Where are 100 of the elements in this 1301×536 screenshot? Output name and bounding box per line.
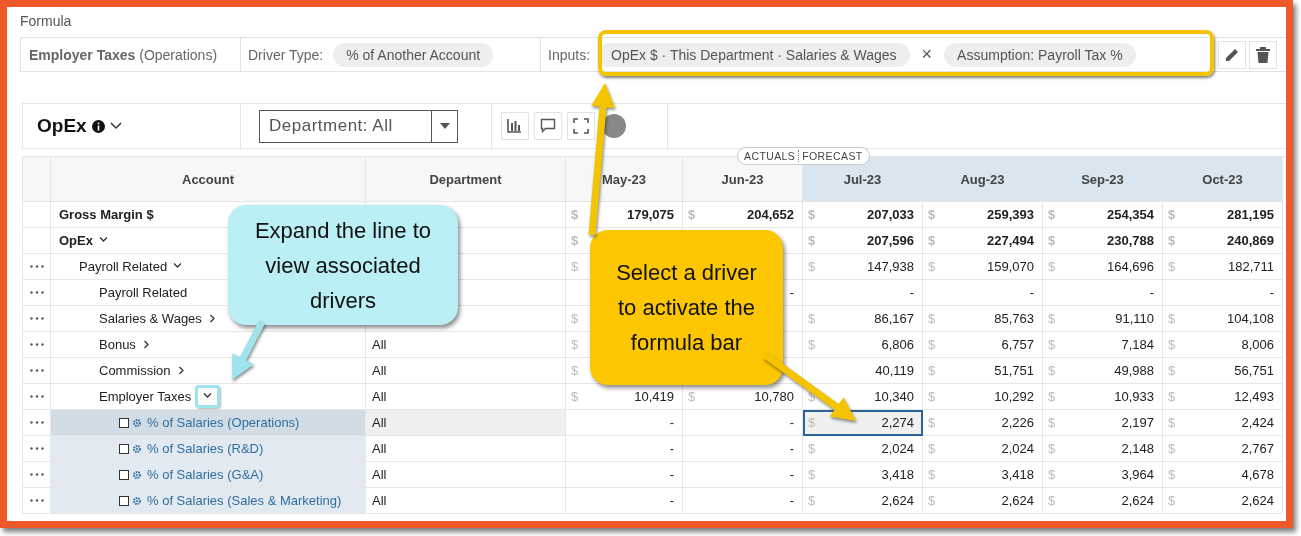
fullscreen-button[interactable]: [567, 112, 595, 140]
driver-type-chip[interactable]: % of Another Account: [333, 42, 494, 67]
table-cell: All: [366, 488, 566, 514]
more-icon[interactable]: [29, 343, 44, 346]
currency-sign: $: [1048, 233, 1056, 248]
more-icon[interactable]: [29, 395, 44, 398]
amount: 4,678: [1241, 467, 1274, 482]
more-icon[interactable]: [29, 473, 44, 476]
checkbox[interactable]: [119, 469, 129, 480]
amount: 207,033: [867, 207, 914, 222]
account-name: Employer Taxes (Operations): [29, 46, 218, 63]
section-title: Formula: [20, 12, 73, 31]
currency-sign: $: [808, 415, 816, 430]
gear-icon: [133, 470, 141, 479]
driver-row-cell[interactable]: % of Salaries (Sales & Marketing): [51, 488, 366, 514]
more-icon[interactable]: [29, 499, 44, 502]
amount: 2,024: [1001, 441, 1034, 456]
more-icon[interactable]: [29, 369, 44, 372]
currency-sign: $: [571, 207, 579, 222]
input-chip[interactable]: Assumption: Payroll Tax %: [944, 42, 1136, 67]
department-dropdown[interactable]: Department: All: [259, 109, 458, 143]
currency-sign: $: [1048, 337, 1056, 352]
driver-link[interactable]: % of Salaries (R&D): [147, 441, 264, 456]
checkbox[interactable]: [119, 417, 129, 428]
currency-sign: $: [808, 441, 816, 456]
chart-button[interactable]: [501, 112, 529, 140]
currency-sign: $: [928, 363, 936, 378]
amount: 49,988: [1114, 363, 1154, 378]
gear-icon: [133, 444, 141, 453]
currency-sign: $: [1048, 415, 1056, 430]
currency-sign: $: [808, 259, 816, 274]
driver-link[interactable]: % of Salaries (Operations): [147, 415, 300, 430]
more-icon[interactable]: [29, 421, 44, 424]
caret-icon: [439, 123, 450, 129]
currency-sign: $: [1168, 389, 1176, 404]
amount: -: [789, 415, 794, 430]
edit-button[interactable]: [1218, 40, 1246, 69]
column-header[interactable]: Oct-23: [1163, 157, 1283, 202]
amount: 147,938: [867, 259, 914, 274]
chevron-down-icon[interactable]: [98, 236, 108, 245]
column-header[interactable]: Sep-23: [1043, 157, 1163, 202]
more-icon[interactable]: [29, 265, 44, 268]
amount: 51,751: [994, 363, 1034, 378]
currency-sign: $: [1168, 311, 1176, 326]
currency-sign: $: [1048, 363, 1056, 378]
amount: 6,757: [1001, 337, 1034, 352]
amount: 207,596: [867, 233, 914, 248]
more-icon[interactable]: [29, 447, 44, 450]
driver-row-cell[interactable]: % of Salaries (R&D): [51, 436, 366, 462]
amount: 10,419: [634, 389, 674, 404]
amount: 3,418: [881, 467, 914, 482]
checkbox[interactable]: [119, 495, 129, 506]
chevron-down-icon[interactable]: [203, 392, 213, 401]
currency-sign: $: [928, 233, 936, 248]
column-header[interactable]: Account: [51, 157, 366, 202]
delete-button[interactable]: [1249, 40, 1277, 69]
amount: 7,184: [1121, 337, 1154, 352]
column-header[interactable]: May-23: [566, 157, 683, 202]
amount: 2,024: [881, 441, 914, 456]
amount: 12,493: [1234, 389, 1274, 404]
chevron-right-icon[interactable]: [176, 366, 186, 375]
table-cell: All: [366, 462, 566, 488]
amount: 3,964: [1121, 467, 1154, 482]
currency-sign: $: [808, 493, 816, 508]
amount: -: [789, 441, 794, 456]
chevron-down-icon[interactable]: [109, 122, 122, 130]
more-icon[interactable]: [29, 317, 44, 320]
currency-sign: $: [1048, 493, 1056, 508]
column-header[interactable]: Department: [366, 157, 566, 202]
currency-sign: $: [1048, 441, 1056, 456]
info-icon: [91, 119, 105, 133]
currency-sign: $: [1168, 233, 1176, 248]
callout: Expand the line to view associated drivers: [228, 205, 458, 325]
chevron-right-icon[interactable]: [207, 314, 217, 323]
amount: 2,424: [1241, 415, 1274, 430]
driver-row-cell[interactable]: % of Salaries (G&A): [51, 462, 366, 488]
driver-link[interactable]: % of Salaries (G&A): [147, 467, 264, 482]
currency-sign: $: [1168, 363, 1176, 378]
driver-row-cell[interactable]: % of Salaries (Operations): [51, 410, 366, 436]
amount: -: [669, 415, 674, 430]
currency-sign: $: [928, 415, 936, 430]
currency-sign: $: [1048, 467, 1056, 482]
chevron-right-icon[interactable]: [141, 340, 151, 349]
amount: 91,110: [1115, 311, 1154, 326]
comment-button[interactable]: [534, 112, 562, 140]
currency-sign: $: [1048, 259, 1056, 274]
chevron-down-icon[interactable]: [173, 262, 183, 271]
driver-link[interactable]: % of Salaries (Sales & Marketing): [147, 493, 342, 508]
currency-sign: $: [808, 467, 816, 482]
amount: 3,418: [1001, 467, 1034, 482]
account-name: Payroll Related: [79, 259, 168, 274]
amount: 2,624: [1121, 493, 1154, 508]
checkbox[interactable]: [119, 443, 129, 454]
column-header[interactable]: Aug-23: [923, 157, 1043, 202]
account-name: Employer Taxes: [99, 389, 192, 404]
amount: 227,494: [987, 233, 1034, 248]
account-name: Salaries & Wages: [99, 311, 202, 326]
amount: 259,393: [987, 207, 1034, 222]
more-icon[interactable]: [29, 291, 44, 294]
currency-sign: $: [928, 207, 936, 222]
